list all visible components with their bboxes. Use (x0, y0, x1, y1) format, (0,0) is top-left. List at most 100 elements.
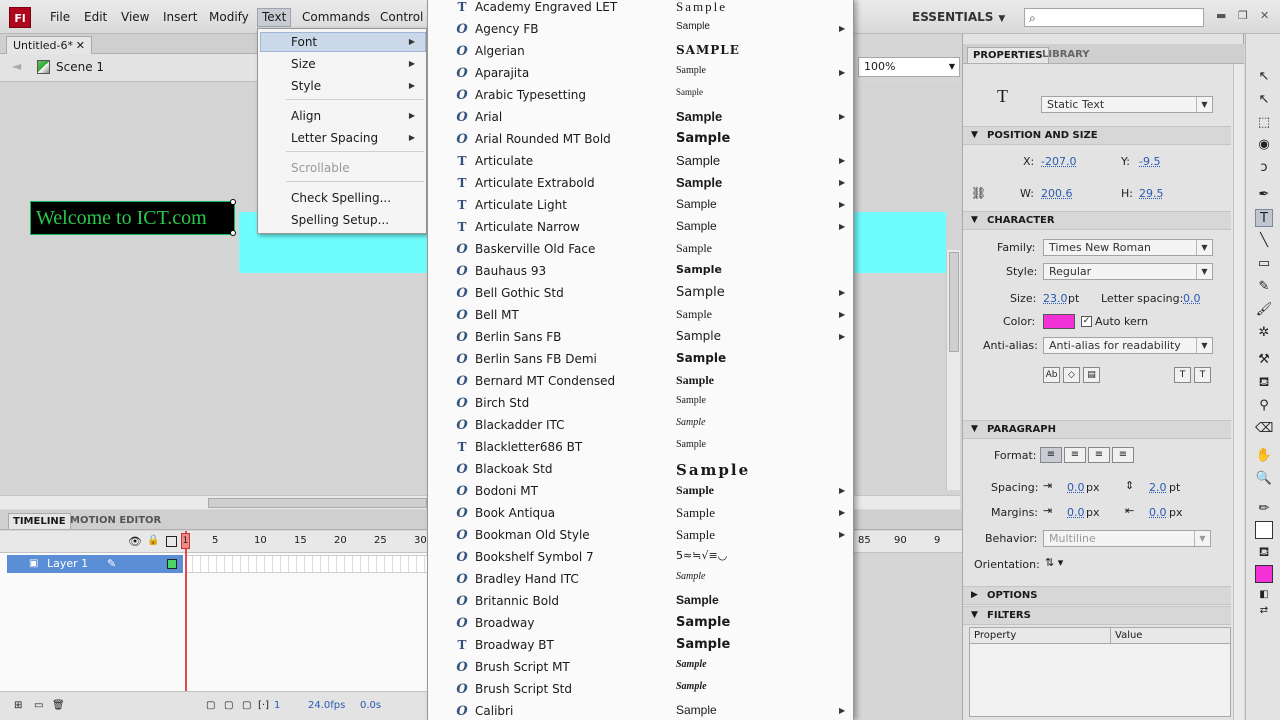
layer-row[interactable]: ▣ Layer 1 ✎ (7, 555, 183, 573)
font-list-item[interactable]: O Bookshelf Symbol 7 5≈≒√≡◡ (428, 547, 853, 569)
superscript-icon[interactable]: T (1174, 367, 1191, 383)
document-tab[interactable]: Untitled-6* ✕ (6, 36, 92, 54)
selectable-text-icon[interactable]: Ab (1043, 367, 1060, 383)
hand-tool-icon[interactable]: ✋ (1255, 447, 1273, 465)
text-color-swatch[interactable] (1043, 314, 1075, 329)
options-header[interactable]: ▶ OPTIONS (963, 586, 1231, 605)
font-list-item[interactable]: T Articulate Extrabold Sample ▶ (428, 173, 853, 195)
menu-modify[interactable]: Modify (205, 8, 253, 27)
align-right-icon[interactable]: ≡ (1088, 447, 1110, 463)
indent-value[interactable]: 0.0 (1067, 481, 1085, 494)
y-value[interactable]: -9.5 (1139, 155, 1160, 168)
lock-proportions-icon[interactable]: ⛓ (971, 186, 986, 200)
paint-bucket-icon[interactable]: ⛾ (1255, 374, 1273, 392)
font-list-item[interactable]: O Aparajita Sample ▶ (428, 63, 853, 85)
text-tool-icon[interactable]: T (1255, 209, 1273, 227)
menu-item-size[interactable]: Size ▶ (291, 55, 421, 73)
frame-rate[interactable]: 24.0fps (308, 700, 345, 711)
position-size-header[interactable]: ▼ POSITION AND SIZE (963, 126, 1231, 145)
w-value[interactable]: 200.6 (1041, 187, 1073, 200)
stage-vertical-scrollbar[interactable] (946, 250, 960, 490)
filters-header[interactable]: ▼ FILTERS (963, 606, 1231, 625)
h-value[interactable]: 29.5 (1139, 187, 1164, 200)
bone-tool-icon[interactable]: ⚒ (1255, 351, 1273, 369)
tab-motion-editor[interactable]: MOTION EDITOR (66, 513, 165, 528)
font-list-item[interactable]: O Book Antiqua Sample ▶ (428, 503, 853, 525)
menu-item-letter-spacing[interactable]: Letter Spacing ▶ (291, 129, 421, 147)
brush-icon[interactable]: 🖌 (1255, 301, 1273, 319)
delete-icon[interactable]: 🗑 (52, 700, 65, 711)
anti-alias-select[interactable]: Anti-alias for readability ▼ (1043, 337, 1213, 354)
menu-edit[interactable]: Edit (80, 8, 111, 27)
pen-tool-icon[interactable]: ✒ (1255, 186, 1273, 204)
eyedropper-icon[interactable]: ⚲ (1255, 397, 1273, 415)
fill-color-icon[interactable]: ⛾ (1255, 544, 1273, 562)
font-list-item[interactable]: O Arial Sample ▶ (428, 107, 853, 129)
font-list-item[interactable]: O Bernard MT Condensed Sample (428, 371, 853, 393)
menu-text[interactable]: Text (257, 8, 292, 27)
font-size-value[interactable]: 23.0 (1043, 292, 1068, 305)
close-tab-icon[interactable]: ✕ (76, 37, 85, 54)
align-center-icon[interactable]: ≡ (1064, 447, 1086, 463)
new-folder-icon[interactable]: ▭ (34, 700, 43, 711)
new-layer-icon[interactable]: ⊞ (14, 700, 22, 711)
menu-item-font[interactable]: Font ▶ (291, 33, 421, 51)
menu-view[interactable]: View (117, 8, 153, 27)
tab-library[interactable]: LIBRARY (1037, 47, 1095, 62)
font-list-item[interactable]: O Bauhaus 93 Sample (428, 261, 853, 283)
onion-skin-icon[interactable]: ▢ (206, 700, 215, 711)
restore-icon[interactable]: ❐ (1238, 9, 1248, 22)
help-search-input[interactable]: ⌕ (1024, 8, 1204, 27)
playhead-marker[interactable]: 1 (181, 533, 190, 549)
x-value[interactable]: -207.0 (1041, 155, 1076, 168)
filters-grid[interactable]: Property Value (969, 627, 1231, 717)
eraser-icon[interactable]: ⌫ (1255, 420, 1273, 438)
orientation-icon[interactable]: ⇅ ▾ (1045, 556, 1063, 569)
markers-icon[interactable]: [·] (258, 700, 269, 711)
font-list-item[interactable]: O Bradley Hand ITC Sample (428, 569, 853, 591)
font-list-item[interactable]: O Algerian SAMPLE (428, 41, 853, 63)
stroke-swatch[interactable] (1255, 521, 1273, 539)
stage-horizontal-scrollbar-right[interactable] (854, 495, 960, 509)
font-list-item[interactable]: T Articulate Narrow Sample ▶ (428, 217, 853, 239)
menu-item-align[interactable]: Align ▶ (291, 107, 421, 125)
minimize-icon[interactable]: ▬ (1216, 9, 1226, 22)
zoom-select[interactable]: 100% ▼ (858, 57, 960, 77)
playhead[interactable] (185, 531, 187, 701)
menu-insert[interactable]: Insert (159, 8, 201, 27)
font-list-item[interactable]: O Bell Gothic Std Sample ▶ (428, 283, 853, 305)
eye-icon[interactable]: 👁 (128, 535, 142, 548)
deco-tool-icon[interactable]: ✲ (1255, 324, 1273, 342)
layer-color-icon[interactable] (167, 559, 177, 569)
properties-scrollbar[interactable] (1233, 64, 1244, 720)
swap-colors-icon[interactable]: ⇄ (1255, 602, 1273, 620)
letter-spacing-value[interactable]: 0.0 (1183, 292, 1201, 305)
font-list-item[interactable]: O Bookman Old Style Sample ▶ (428, 525, 853, 547)
close-icon[interactable]: ✕ (1260, 9, 1269, 22)
font-list-item[interactable]: O Bodoni MT Sample ▶ (428, 481, 853, 503)
layer-frames[interactable] (185, 555, 427, 573)
rectangle-tool-icon[interactable]: ▭ (1255, 255, 1273, 273)
free-transform-icon[interactable]: ⬚ (1255, 114, 1273, 132)
font-list-item[interactable]: T Articulate Sample ▶ (428, 151, 853, 173)
menu-file[interactable]: File (46, 8, 74, 27)
font-list-item[interactable]: O Brush Script Std Sample (428, 679, 853, 701)
stroke-color-icon[interactable]: ✏ (1255, 500, 1273, 518)
font-list-item[interactable]: O Britannic Bold Sample (428, 591, 853, 613)
align-left-icon[interactable]: ≡ (1040, 447, 1062, 463)
font-list-item[interactable]: O Bell MT Sample ▶ (428, 305, 853, 327)
scrollbar-thumb[interactable] (949, 252, 959, 352)
font-list-item[interactable]: T Broadway BT Sample (428, 635, 853, 657)
right-margin-value[interactable]: 0.0 (1149, 506, 1167, 519)
font-list-item[interactable]: O Blackoak Std Sample (428, 459, 853, 481)
font-family-select[interactable]: Times New Roman ▼ (1043, 239, 1213, 256)
stage-horizontal-scrollbar[interactable] (0, 495, 427, 509)
tab-timeline[interactable]: TIMELINE (8, 513, 71, 529)
stage-canvas-right[interactable] (854, 212, 946, 273)
menu-item-spelling-setup[interactable]: Spelling Setup... (291, 211, 389, 229)
character-header[interactable]: ▼ CHARACTER (963, 211, 1231, 230)
font-list-item[interactable]: O Calibri Sample ▶ (428, 701, 853, 720)
line-spacing-value[interactable]: 2.0 (1149, 481, 1167, 494)
text-type-select[interactable]: Static Text ▼ (1041, 96, 1213, 113)
workspace-switcher[interactable]: ESSENTIALS ▼ (912, 8, 1005, 27)
